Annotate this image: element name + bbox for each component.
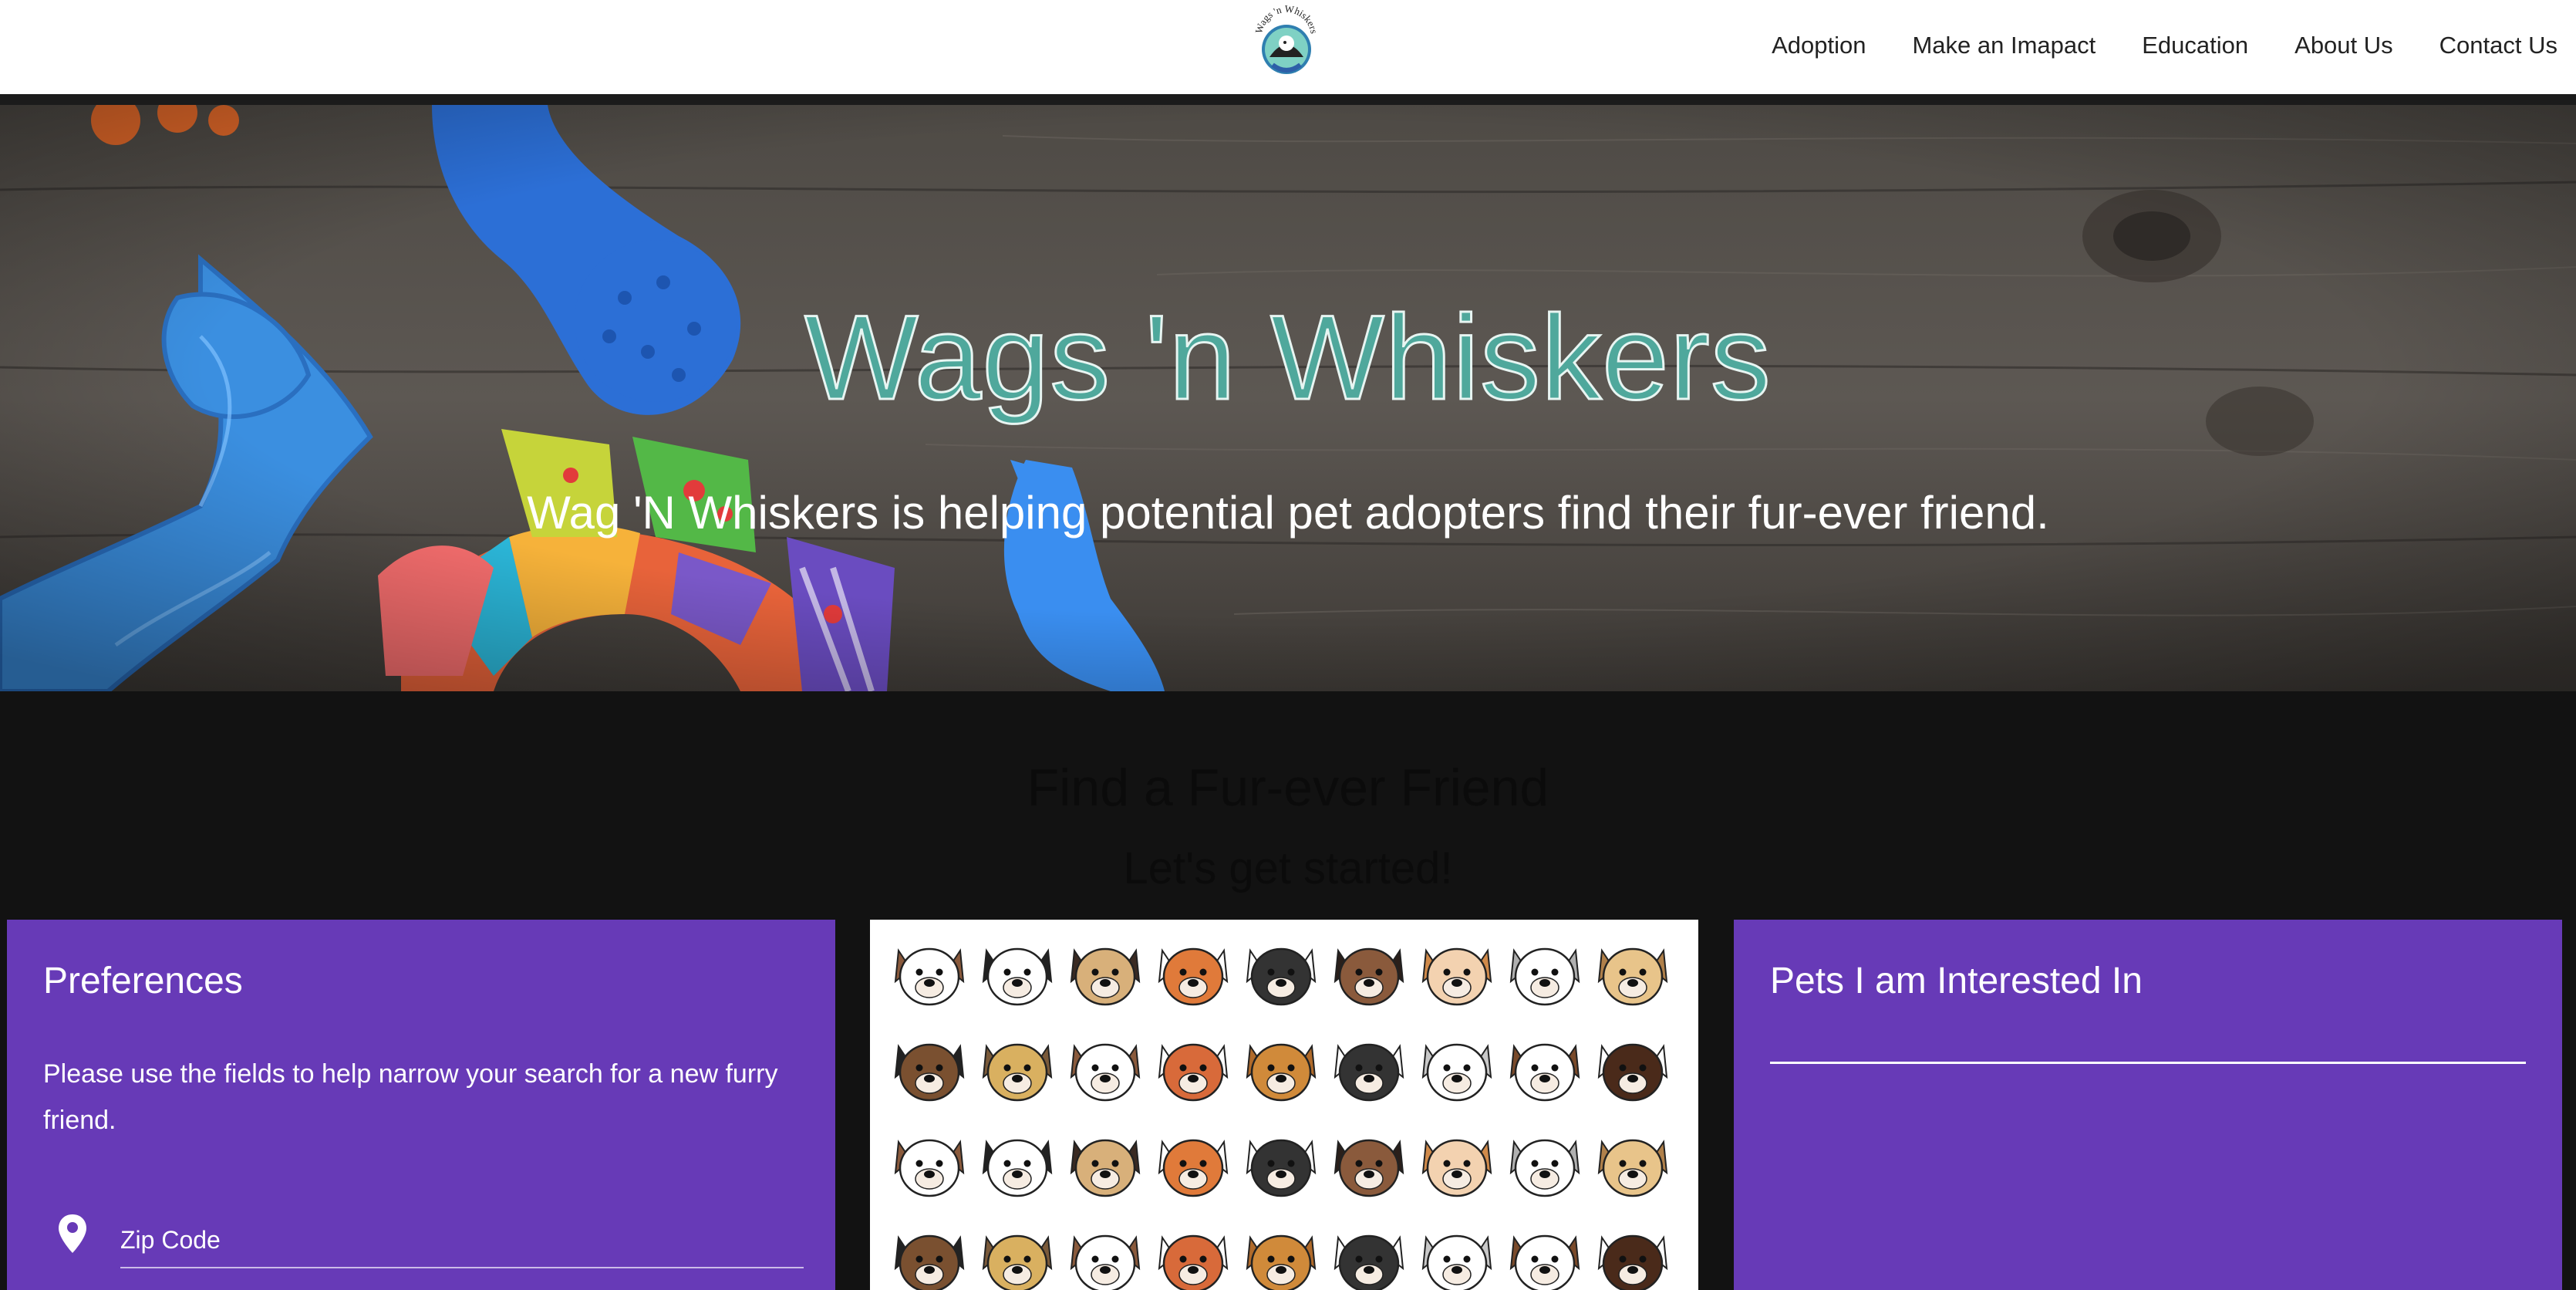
dog-face — [1509, 1043, 1580, 1102]
dog-face — [1421, 1139, 1492, 1197]
dog-face — [982, 1234, 1053, 1290]
hero-banner: Wags 'n Whiskers Wag 'N Whiskers is help… — [0, 105, 2576, 691]
dog-face — [1070, 947, 1141, 1006]
hero-title: Wags 'n Whiskers — [804, 291, 1772, 425]
dog-face — [1597, 1043, 1668, 1102]
dog-face — [1421, 947, 1492, 1006]
dog-face — [982, 947, 1053, 1006]
zip-code-input[interactable] — [120, 1213, 804, 1268]
nav-adoption[interactable]: Adoption — [1772, 32, 1866, 59]
dog-face — [1509, 947, 1580, 1006]
navbar-shadow-strip — [0, 94, 2576, 105]
preferences-description: Please use the fields to help narrow you… — [43, 1059, 778, 1135]
nav-education[interactable]: Education — [2142, 32, 2248, 59]
dog-face — [894, 1234, 965, 1290]
dog-face — [1334, 947, 1404, 1006]
dog-face — [1158, 1234, 1229, 1290]
dog-face — [1509, 1234, 1580, 1290]
dog-face — [1158, 947, 1229, 1006]
location-pin-icon — [59, 1214, 86, 1253]
dog-face — [894, 1139, 965, 1197]
main-nav: Adoption Make an Imapact Education About… — [1772, 0, 2557, 91]
dog-face — [1334, 1043, 1404, 1102]
interested-pets-divider — [1770, 1062, 2526, 1064]
dog-face — [1334, 1139, 1404, 1197]
dog-face — [1246, 947, 1317, 1006]
find-friend-title: Find a Fur-ever Friend — [1027, 758, 1549, 817]
site-logo[interactable]: Wags 'n Whiskers — [1251, 3, 1322, 83]
dog-face — [1246, 1234, 1317, 1290]
preferences-card: Preferences Please use the fields to hel… — [7, 920, 835, 1290]
dog-face — [1597, 1234, 1668, 1290]
nav-about-us[interactable]: About Us — [2294, 32, 2393, 59]
dog-face — [1246, 1139, 1317, 1197]
nav-contact-us[interactable]: Contact Us — [2439, 32, 2557, 59]
dog-face — [894, 947, 965, 1006]
interested-pets-card: Pets I am Interested In — [1734, 920, 2562, 1290]
dog-face — [982, 1139, 1053, 1197]
dog-faces-image-card — [870, 920, 1698, 1290]
dog-face — [1509, 1139, 1580, 1197]
nav-make-an-impact[interactable]: Make an Imapact — [1912, 32, 2096, 59]
dog-faces-illustration — [894, 947, 1668, 1290]
preferences-title: Preferences — [43, 961, 243, 1001]
dog-face — [1070, 1234, 1141, 1290]
dog-face — [894, 1043, 965, 1102]
top-navbar: Wags 'n Whiskers Adoption Make an Imapac… — [0, 0, 2576, 96]
interested-pets-title: Pets I am Interested In — [1770, 961, 2143, 1001]
get-started-subtitle: Let's get started! — [1123, 843, 1453, 893]
dog-face — [1421, 1234, 1492, 1290]
dog-face — [1597, 1139, 1668, 1197]
dog-face — [1421, 1043, 1492, 1102]
dog-face — [982, 1043, 1053, 1102]
dog-face — [1070, 1043, 1141, 1102]
dog-face — [1070, 1139, 1141, 1197]
dog-face — [1246, 1043, 1317, 1102]
zip-code-field — [43, 1213, 807, 1275]
hero-subtitle: Wag 'N Whiskers is helping potential pet… — [527, 487, 2049, 539]
dog-face — [1334, 1234, 1404, 1290]
dog-face — [1158, 1139, 1229, 1197]
dog-face — [1597, 947, 1668, 1006]
dog-face — [1158, 1043, 1229, 1102]
